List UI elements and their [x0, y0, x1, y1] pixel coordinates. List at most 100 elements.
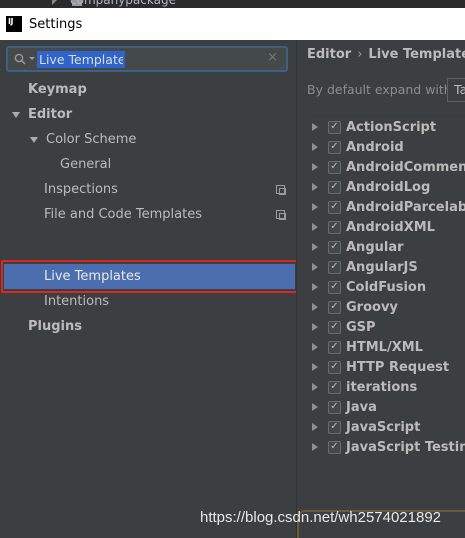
- breadcrumb-current: Live Templates: [368, 47, 465, 62]
- template-group-row[interactable]: ✓ iterations: [307, 377, 417, 397]
- expand-arrow-icon[interactable]: [312, 383, 318, 391]
- expand-arrow-icon[interactable]: [312, 363, 318, 371]
- expand-arrow-icon[interactable]: [312, 223, 318, 231]
- search-input[interactable]: [37, 51, 125, 68]
- expand-arrow-icon[interactable]: [30, 136, 38, 143]
- tree-item-intentions[interactable]: Intentions: [44, 289, 109, 314]
- expand-arrow-icon[interactable]: [312, 243, 318, 251]
- tree-item-label: Live Templates: [44, 269, 141, 284]
- group-checkbox[interactable]: ✓: [328, 420, 341, 434]
- group-checkbox[interactable]: ✓: [328, 220, 341, 234]
- group-checkbox[interactable]: ✓: [328, 280, 341, 294]
- group-checkbox[interactable]: ✓: [328, 260, 341, 274]
- template-group-row[interactable]: ✓ Android: [307, 137, 404, 157]
- template-group-row[interactable]: ✓ ColdFusion: [307, 277, 426, 297]
- background-tree-label: companypackage: [70, 0, 176, 7]
- template-group-row[interactable]: ✓ AndroidLog: [307, 177, 430, 197]
- expand-arrow-icon[interactable]: [312, 443, 318, 451]
- template-group-row[interactable]: ✓ HTTP Request: [307, 357, 449, 377]
- tree-item-keymap[interactable]: Keymap: [28, 77, 87, 102]
- window-title: Settings: [29, 16, 83, 32]
- group-checkbox[interactable]: ✓: [328, 440, 341, 454]
- template-group-label: Angular: [346, 239, 404, 255]
- expand-arrow-icon[interactable]: [312, 323, 318, 331]
- group-checkbox[interactable]: ✓: [328, 320, 341, 334]
- intellij-logo-icon: IJ: [6, 16, 22, 32]
- group-checkbox[interactable]: ✓: [328, 400, 341, 414]
- expand-with-label: By default expand with: [307, 82, 452, 97]
- group-checkbox[interactable]: ✓: [328, 160, 341, 174]
- group-checkbox[interactable]: ✓: [328, 240, 341, 254]
- expand-arrow-icon[interactable]: [312, 263, 318, 271]
- template-group-label: Groovy: [346, 299, 398, 315]
- template-group-row[interactable]: ✓ Angular: [307, 237, 404, 257]
- template-group-row[interactable]: ✓ Groovy: [307, 297, 398, 317]
- expand-arrow-icon[interactable]: [312, 183, 318, 191]
- template-group-label: Android: [346, 139, 404, 155]
- group-checkbox[interactable]: ✓: [328, 140, 341, 154]
- settings-sidebar: × Keymap Editor Color Scheme General Ins…: [0, 40, 299, 538]
- expand-arrow-icon[interactable]: [12, 111, 20, 118]
- group-checkbox[interactable]: ✓: [328, 300, 341, 314]
- group-checkbox[interactable]: ✓: [328, 340, 341, 354]
- live-templates-panel: Editor › Live Templates By default expand …: [296, 40, 465, 538]
- template-group-label: Java: [346, 399, 377, 415]
- expand-arrow-icon[interactable]: [312, 303, 318, 311]
- expand-arrow-icon[interactable]: [312, 163, 318, 171]
- template-group-row[interactable]: ✓ AngularJS: [307, 257, 418, 277]
- template-group-row[interactable]: ✓ AndroidXML: [307, 217, 435, 237]
- template-group-label: AngularJS: [346, 259, 418, 275]
- breadcrumb: Editor › Live Templates: [307, 47, 465, 62]
- watermark-url: https://blog.csdn.net/wh2574021892: [200, 509, 442, 526]
- group-checkbox[interactable]: ✓: [328, 200, 341, 214]
- group-checkbox[interactable]: ✓: [328, 120, 341, 134]
- expand-arrow-icon[interactable]: [312, 123, 318, 131]
- tree-arrow-icon: [52, 0, 57, 5]
- tree-item-label: General: [60, 157, 112, 172]
- expand-arrow-icon[interactable]: [312, 203, 318, 211]
- tree-item-general[interactable]: General: [60, 152, 111, 177]
- expand-arrow-icon[interactable]: [312, 423, 318, 431]
- group-checkbox[interactable]: ✓: [328, 380, 341, 394]
- tree-item-color-scheme[interactable]: Color Scheme: [30, 127, 136, 152]
- tree-item-live-templates[interactable]: Live Templates: [44, 264, 141, 289]
- search-history-caret-icon[interactable]: [29, 57, 35, 60]
- template-group-row[interactable]: ✓ JavaScript Testing: [307, 437, 465, 457]
- expand-arrow-icon[interactable]: [312, 143, 318, 151]
- template-group-label: AndroidParcelable: [346, 199, 465, 215]
- tree-item-label: Editor: [28, 107, 73, 122]
- group-checkbox[interactable]: ✓: [328, 360, 341, 374]
- tree-item-label: File and Code Templates: [44, 207, 202, 222]
- background-ide-strip: companypackage: [0, 0, 465, 8]
- template-group-label: HTTP Request: [346, 359, 450, 375]
- expand-with-select[interactable]: Tab: [447, 78, 465, 102]
- group-checkbox[interactable]: ✓: [328, 180, 341, 194]
- template-group-list: ✓ ActionScript ✓ Android ✓ AndroidComments ✓ An…: [307, 116, 465, 466]
- template-group-row[interactable]: ✓ JavaScript: [307, 417, 420, 437]
- template-group-label: HTML/XML: [346, 339, 423, 355]
- template-group-row[interactable]: ✓ GSP: [307, 317, 376, 337]
- project-scope-icon: [276, 210, 286, 220]
- expand-arrow-icon[interactable]: [312, 283, 318, 291]
- template-group-row[interactable]: ✓ AndroidParcelable: [307, 197, 465, 217]
- tree-item-label: Inspections: [44, 182, 118, 197]
- tree-item-file-code-templates[interactable]: File and Code Templates: [44, 202, 202, 227]
- template-group-row[interactable]: ✓ Java: [307, 397, 377, 417]
- template-group-label: ColdFusion: [346, 279, 427, 295]
- tree-item-editor[interactable]: Editor: [12, 102, 72, 127]
- template-group-label: AndroidComments: [346, 159, 465, 175]
- tree-item-label: Intentions: [44, 294, 110, 309]
- template-group-row[interactable]: ✓ HTML/XML: [307, 337, 423, 357]
- clear-search-icon[interactable]: ×: [267, 50, 278, 65]
- template-group-row[interactable]: ✓ AndroidComments: [307, 157, 465, 177]
- expand-arrow-icon[interactable]: [312, 403, 318, 411]
- template-group-label: ActionScript: [346, 119, 437, 135]
- tree-item-inspections[interactable]: Inspections: [44, 177, 118, 202]
- expand-arrow-icon[interactable]: [312, 343, 318, 351]
- project-scope-icon: [276, 185, 286, 195]
- tree-item-plugins[interactable]: Plugins: [28, 314, 82, 339]
- settings-search-box[interactable]: ×: [6, 46, 288, 72]
- template-group-label: GSP: [346, 319, 376, 335]
- breadcrumb-parent: Editor: [307, 47, 352, 62]
- template-group-row[interactable]: ✓ ActionScript: [307, 117, 436, 137]
